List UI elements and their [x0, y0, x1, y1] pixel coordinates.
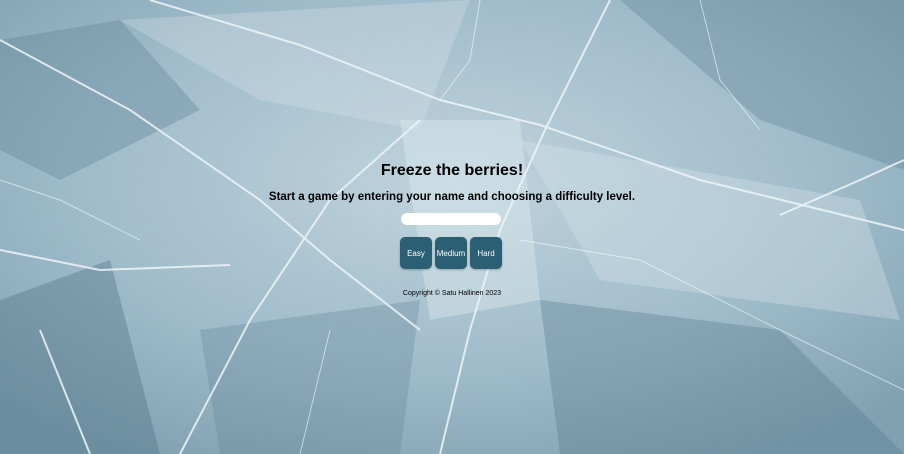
medium-button[interactable]: Medium — [435, 237, 467, 269]
easy-button[interactable]: Easy — [400, 237, 432, 269]
start-screen: Freeze the berries! Start a game by ente… — [0, 0, 904, 454]
page-title: Freeze the berries! — [380, 162, 524, 179]
player-name-input[interactable] — [401, 213, 501, 225]
hard-button[interactable]: Hard — [470, 237, 502, 269]
instructions-text: Start a game by entering your name and c… — [268, 191, 636, 203]
copyright-text: Copyright © Satu Hallinen 2023 — [402, 290, 502, 297]
